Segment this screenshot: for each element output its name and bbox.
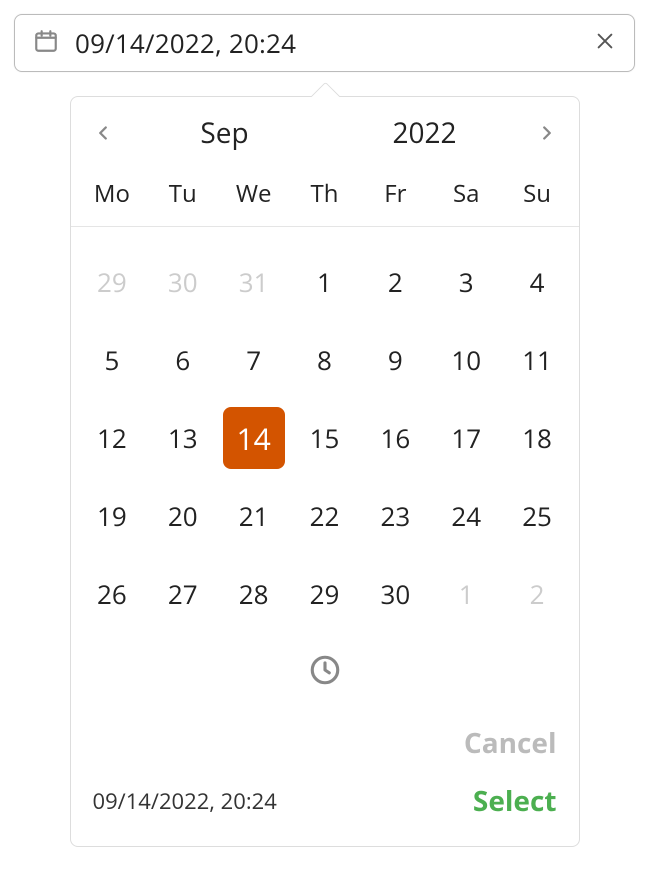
day-cell[interactable]: 27 (147, 571, 218, 617)
day-cell[interactable]: 5 (77, 337, 148, 383)
day-cell[interactable]: 24 (431, 493, 502, 539)
day-cell[interactable]: 9 (360, 337, 431, 383)
weekday-row: MoTuWeThFrSaSu (71, 169, 579, 227)
day-cell[interactable]: 30 (360, 571, 431, 617)
day-cell[interactable]: 19 (77, 493, 148, 539)
day-cell[interactable]: 23 (360, 493, 431, 539)
weekday-label: We (218, 177, 289, 210)
datepicker-popover: Sep 2022 MoTuWeThFrSaSu 2930311234567891… (70, 96, 580, 847)
day-cell[interactable]: 17 (431, 415, 502, 461)
prev-month-button[interactable] (81, 111, 125, 155)
weekday-label: Tu (147, 177, 218, 210)
select-button[interactable]: Select (473, 782, 557, 820)
day-cell-selected[interactable]: 14 (223, 407, 285, 469)
day-cell[interactable]: 28 (218, 571, 289, 617)
day-cell[interactable]: 21 (218, 493, 289, 539)
day-cell[interactable]: 25 (502, 493, 573, 539)
day-cell[interactable]: 29 (289, 571, 360, 617)
day-cell[interactable]: 22 (289, 493, 360, 539)
day-cell[interactable]: 12 (77, 415, 148, 461)
day-cell[interactable]: 15 (289, 415, 360, 461)
weekday-label: Mo (77, 177, 148, 210)
popover-footer: 09/14/2022, 20:24 Cancel Select (71, 716, 579, 846)
day-cell-outside[interactable]: 29 (77, 259, 148, 305)
weekday-label: Fr (360, 177, 431, 210)
day-cell[interactable]: 16 (360, 415, 431, 461)
calendar-icon (33, 28, 59, 59)
day-cell[interactable]: 4 (502, 259, 573, 305)
clear-icon[interactable] (594, 30, 616, 57)
year-label[interactable]: 2022 (325, 114, 525, 152)
day-cell[interactable]: 26 (77, 571, 148, 617)
day-cell-outside[interactable]: 1 (431, 571, 502, 617)
day-cell[interactable]: 11 (502, 337, 573, 383)
day-cell-outside[interactable]: 31 (218, 259, 289, 305)
datetime-input[interactable]: 09/14/2022, 20:24 (14, 14, 635, 72)
day-cell-outside[interactable]: 2 (502, 571, 573, 617)
day-cell[interactable]: 1 (289, 259, 360, 305)
cancel-button[interactable]: Cancel (464, 724, 557, 762)
day-cell[interactable]: 10 (431, 337, 502, 383)
popover-caret (315, 86, 335, 106)
next-month-button[interactable] (525, 111, 569, 155)
day-cell[interactable]: 3 (431, 259, 502, 305)
weekday-label: Th (289, 177, 360, 210)
day-cell-outside[interactable]: 30 (147, 259, 218, 305)
weekday-label: Su (502, 177, 573, 210)
weekday-label: Sa (431, 177, 502, 210)
day-cell[interactable]: 8 (289, 337, 360, 383)
day-cell[interactable]: 20 (147, 493, 218, 539)
time-picker-button[interactable] (308, 653, 342, 692)
day-grid: 2930311234567891011121314151617181920212… (71, 227, 579, 645)
day-cell[interactable]: 6 (147, 337, 218, 383)
day-cell[interactable]: 7 (218, 337, 289, 383)
month-label[interactable]: Sep (125, 114, 325, 152)
day-cell[interactable]: 13 (147, 415, 218, 461)
selected-datetime: 09/14/2022, 20:24 (93, 786, 277, 820)
day-cell[interactable]: 2 (360, 259, 431, 305)
datetime-value: 09/14/2022, 20:24 (75, 25, 594, 61)
day-cell[interactable]: 18 (502, 415, 573, 461)
